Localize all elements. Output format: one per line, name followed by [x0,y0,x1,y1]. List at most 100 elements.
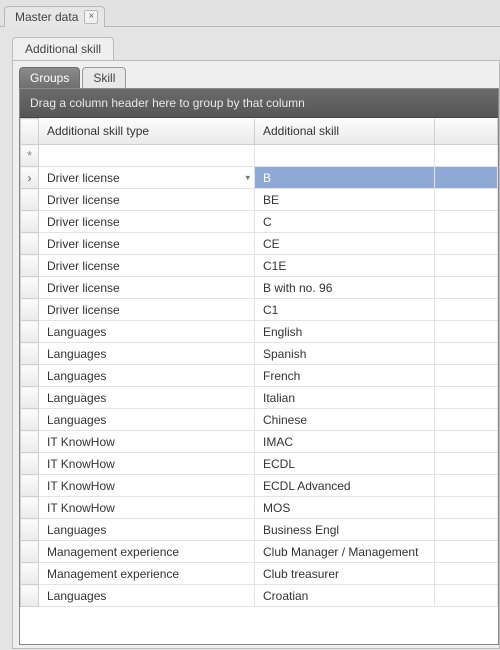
table-row[interactable]: Driver licenseCE [21,233,498,255]
cell-extra[interactable] [435,365,498,387]
cell-extra[interactable] [435,343,498,365]
tab-skill[interactable]: Skill [82,67,126,88]
cell-extra[interactable] [435,409,498,431]
row-indicator-header [21,119,39,145]
new-row-type-cell[interactable] [39,145,255,167]
column-header-row: Additional skill type Additional skill [21,119,498,145]
cell-extra[interactable] [435,167,498,189]
table-row[interactable]: LanguagesBusiness Engl [21,519,498,541]
cell-extra[interactable] [435,255,498,277]
cell-skill-type[interactable]: Driver license▾ [39,167,255,189]
cell-skill-type[interactable]: Driver license [39,299,255,321]
tab-groups[interactable]: Groups [19,67,80,88]
table-row[interactable]: ›Driver license▾B [21,167,498,189]
cell-skill[interactable]: French [255,365,435,387]
table-row[interactable]: LanguagesFrench [21,365,498,387]
cell-skill[interactable]: Club treasurer [255,563,435,585]
cell-skill-type[interactable]: IT KnowHow [39,453,255,475]
table-row[interactable]: Management experienceClub treasurer [21,563,498,585]
table-row[interactable]: Driver licenseB with no. 96 [21,277,498,299]
cell-skill-type[interactable]: Management experience [39,563,255,585]
table-row[interactable]: IT KnowHowMOS [21,497,498,519]
table-row[interactable]: Driver licenseBE [21,189,498,211]
cell-extra[interactable] [435,475,498,497]
table-row[interactable]: IT KnowHowECDL [21,453,498,475]
cell-skill-type[interactable]: Driver license [39,255,255,277]
close-icon[interactable]: × [84,10,98,24]
cell-extra[interactable] [435,497,498,519]
data-grid[interactable]: Drag a column header here to group by th… [19,88,499,645]
cell-skill[interactable]: English [255,321,435,343]
cell-extra[interactable] [435,563,498,585]
cell-skill-type[interactable]: Languages [39,387,255,409]
cell-skill-type[interactable]: IT KnowHow [39,475,255,497]
cell-extra[interactable] [435,387,498,409]
cell-skill[interactable]: Business Engl [255,519,435,541]
row-indicator-icon [21,189,39,211]
cell-skill-type[interactable]: Driver license [39,233,255,255]
cell-skill-type[interactable]: Driver license [39,189,255,211]
cell-skill-type[interactable]: Languages [39,321,255,343]
table-row[interactable]: LanguagesEnglish [21,321,498,343]
cell-skill-type[interactable]: Management experience [39,541,255,563]
cell-extra[interactable] [435,585,498,607]
cell-skill[interactable]: Club Manager / Management [255,541,435,563]
cell-skill[interactable]: B [255,167,435,189]
cell-skill[interactable]: Spanish [255,343,435,365]
cell-extra[interactable] [435,453,498,475]
cell-extra[interactable] [435,189,498,211]
cell-skill-type[interactable]: Languages [39,365,255,387]
cell-extra[interactable] [435,277,498,299]
cell-extra[interactable] [435,431,498,453]
table-row[interactable]: Management experienceClub Manager / Mana… [21,541,498,563]
column-header-type[interactable]: Additional skill type [39,119,255,145]
cell-skill[interactable]: MOS [255,497,435,519]
cell-skill-type[interactable]: Languages [39,343,255,365]
table-row[interactable]: LanguagesChinese [21,409,498,431]
table-row[interactable]: Driver licenseC [21,211,498,233]
table-row[interactable]: Driver licenseC1 [21,299,498,321]
table-row[interactable]: LanguagesCroatian [21,585,498,607]
new-row-extra-cell[interactable] [435,145,498,167]
cell-extra[interactable] [435,519,498,541]
cell-skill[interactable]: BE [255,189,435,211]
cell-skill[interactable]: IMAC [255,431,435,453]
new-row-indicator-icon: * [21,145,39,167]
new-row[interactable]: * [21,145,498,167]
table-row[interactable]: LanguagesSpanish [21,343,498,365]
document-tab-master-data[interactable]: Master data × [4,6,105,27]
cell-skill[interactable]: ECDL [255,453,435,475]
cell-extra[interactable] [435,233,498,255]
table-row[interactable]: IT KnowHowIMAC [21,431,498,453]
cell-skill-type[interactable]: Driver license [39,211,255,233]
table-row[interactable]: LanguagesItalian [21,387,498,409]
table-row[interactable]: Driver licenseC1E [21,255,498,277]
cell-skill-type[interactable]: IT KnowHow [39,497,255,519]
cell-skill[interactable]: ECDL Advanced [255,475,435,497]
cell-skill-type[interactable]: Languages [39,519,255,541]
cell-skill[interactable]: CE [255,233,435,255]
cell-extra[interactable] [435,299,498,321]
cell-skill[interactable]: Italian [255,387,435,409]
new-row-skill-cell[interactable] [255,145,435,167]
cell-extra[interactable] [435,321,498,343]
cell-skill[interactable]: B with no. 96 [255,277,435,299]
section-tab-additional-skill[interactable]: Additional skill [12,37,114,60]
cell-skill[interactable]: C [255,211,435,233]
cell-skill[interactable]: Croatian [255,585,435,607]
cell-skill-type[interactable]: IT KnowHow [39,431,255,453]
table-row[interactable]: IT KnowHowECDL Advanced [21,475,498,497]
column-header-skill[interactable]: Additional skill [255,119,435,145]
cell-skill[interactable]: C1 [255,299,435,321]
column-header-extra[interactable] [435,119,498,145]
chevron-down-icon[interactable]: ▾ [245,172,250,183]
cell-extra[interactable] [435,541,498,563]
cell-skill-type[interactable]: Languages [39,585,255,607]
cell-extra[interactable] [435,211,498,233]
cell-skill-type[interactable]: Languages [39,409,255,431]
row-indicator-icon: › [21,167,39,189]
cell-skill-type[interactable]: Driver license [39,277,255,299]
group-by-panel[interactable]: Drag a column header here to group by th… [20,89,498,118]
cell-skill[interactable]: C1E [255,255,435,277]
cell-skill[interactable]: Chinese [255,409,435,431]
